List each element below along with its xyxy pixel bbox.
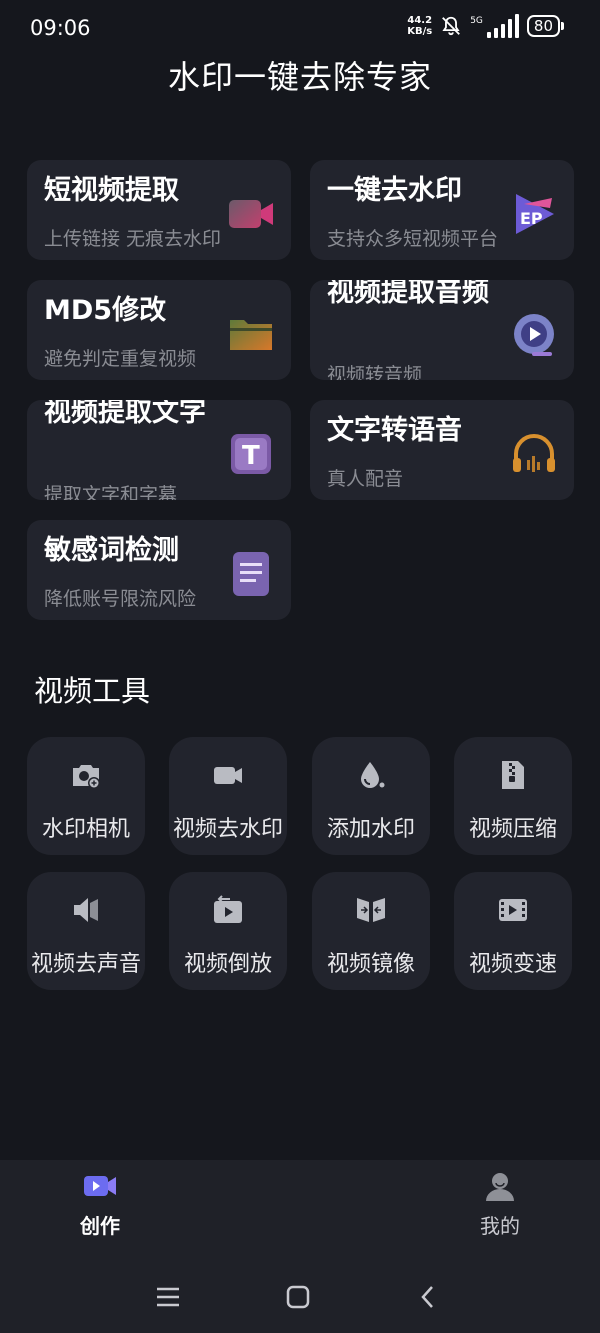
feature-card-sensitive-words[interactable]: 敏感词检测 降低账号限流风险	[27, 520, 291, 620]
network-speed: 44.2 KB/s	[407, 15, 432, 37]
svg-text:EP: EP	[520, 209, 543, 228]
feature-card-text-extract[interactable]: 视频提取文字 提取文字和字幕 T	[27, 400, 291, 500]
text-t-icon: T	[231, 434, 271, 474]
battery-icon: 80	[526, 15, 564, 37]
network-speed-value: 44.2	[407, 15, 433, 26]
feature-title: 敏感词检测	[44, 535, 179, 566]
feature-subtitle: 降低账号限流风险	[44, 588, 197, 610]
tool-label: 视频变速	[468, 952, 557, 977]
feature-subtitle: 提取文字和字幕	[44, 484, 178, 500]
folder-icon	[230, 320, 272, 350]
back-chevron-icon	[421, 1286, 433, 1308]
nav-label-create: 创作	[80, 1214, 120, 1238]
droplet-icon	[361, 762, 385, 788]
zip-file-icon	[502, 761, 524, 789]
nav-item-create[interactable]: 创作	[40, 1170, 160, 1239]
headphones-icon	[513, 434, 555, 472]
signal-icon	[486, 14, 519, 38]
feature-card-md5[interactable]: MD5修改 避免判定重复视频	[27, 280, 291, 380]
tool-label: 视频压缩	[468, 817, 557, 842]
tool-watermark-camera[interactable]: 水印相机	[27, 737, 145, 855]
tool-video-remove-watermark[interactable]: 视频去水印	[169, 737, 287, 855]
feature-card-text-to-speech[interactable]: 文字转语音 真人配音	[310, 400, 574, 500]
nav-label-mine: 我的	[480, 1214, 520, 1238]
section-title-video-tools: 视频工具	[34, 674, 151, 708]
tool-video-mirror[interactable]: 视频镜像	[312, 872, 430, 990]
tool-label: 视频镜像	[326, 952, 415, 977]
tool-video-mute[interactable]: 视频去声音	[27, 872, 145, 990]
feature-subtitle: 真人配音	[327, 468, 404, 490]
menu-button[interactable]	[148, 1272, 188, 1322]
home-square-icon	[286, 1285, 310, 1309]
feature-subtitle: 支持众多短视频平台	[327, 228, 499, 250]
svg-text:T: T	[242, 441, 260, 471]
feature-title: 视频提取音频	[327, 280, 489, 308]
tool-add-watermark[interactable]: 添加水印	[312, 737, 430, 855]
ep-play-icon: EP	[516, 194, 554, 234]
camera-add-icon	[73, 765, 100, 789]
feature-card-one-click-remove[interactable]: 一键去水印 支持众多短视频平台 EP	[310, 160, 574, 260]
document-icon	[233, 552, 269, 596]
feature-title: 一键去水印	[327, 175, 462, 206]
network-speed-unit: KB/s	[407, 26, 433, 37]
audio-play-icon	[514, 314, 554, 356]
create-video-icon	[84, 1176, 116, 1196]
bell-off-icon	[442, 16, 461, 36]
tool-label: 水印相机	[41, 817, 130, 842]
tool-label: 添加水印	[326, 817, 415, 842]
tool-video-reverse[interactable]: 视频倒放	[169, 872, 287, 990]
app-title: 水印一键去除专家	[167, 58, 432, 96]
tool-label: 视频去水印	[172, 817, 283, 842]
film-speed-icon	[499, 899, 527, 921]
battery-level: 80	[526, 15, 560, 37]
feature-card-audio-extract[interactable]: 视频提取音频 视频转音频	[310, 280, 574, 380]
menu-icon	[157, 1287, 179, 1307]
feature-subtitle: 上传链接 无痕去水印	[44, 228, 222, 250]
mute-speaker-icon	[74, 898, 98, 922]
nav-item-mine[interactable]: 我的	[440, 1170, 560, 1239]
feature-title: 文字转语音	[327, 415, 462, 446]
home-button[interactable]	[278, 1272, 318, 1322]
feature-card-short-video-extract[interactable]: 短视频提取 上传链接 无痕去水印	[27, 160, 291, 260]
status-time: 09:06	[30, 16, 91, 40]
status-indicators: 44.2 KB/s 5G 80	[407, 14, 564, 38]
network-type: 5G	[470, 16, 483, 26]
tool-video-compress[interactable]: 视频压缩	[454, 737, 572, 855]
feature-title: 短视频提取	[44, 175, 179, 206]
back-button[interactable]	[408, 1272, 448, 1322]
feature-title: 视频提取文字	[44, 400, 206, 428]
status-bar: 09:06 44.2 KB/s 5G 80	[0, 0, 600, 60]
reverse-play-icon	[214, 895, 242, 923]
tool-label: 视频去声音	[30, 952, 141, 977]
video-icon	[214, 767, 242, 784]
feature-title: MD5修改	[44, 295, 167, 326]
feature-subtitle: 视频转音频	[327, 364, 423, 380]
mirror-icon	[357, 898, 385, 922]
video-camera-icon	[229, 200, 273, 228]
tool-video-speed[interactable]: 视频变速	[454, 872, 572, 990]
system-navigation-bar	[0, 1272, 600, 1322]
feature-subtitle: 避免判定重复视频	[44, 348, 197, 370]
user-icon	[486, 1173, 514, 1201]
tool-label: 视频倒放	[183, 952, 272, 977]
